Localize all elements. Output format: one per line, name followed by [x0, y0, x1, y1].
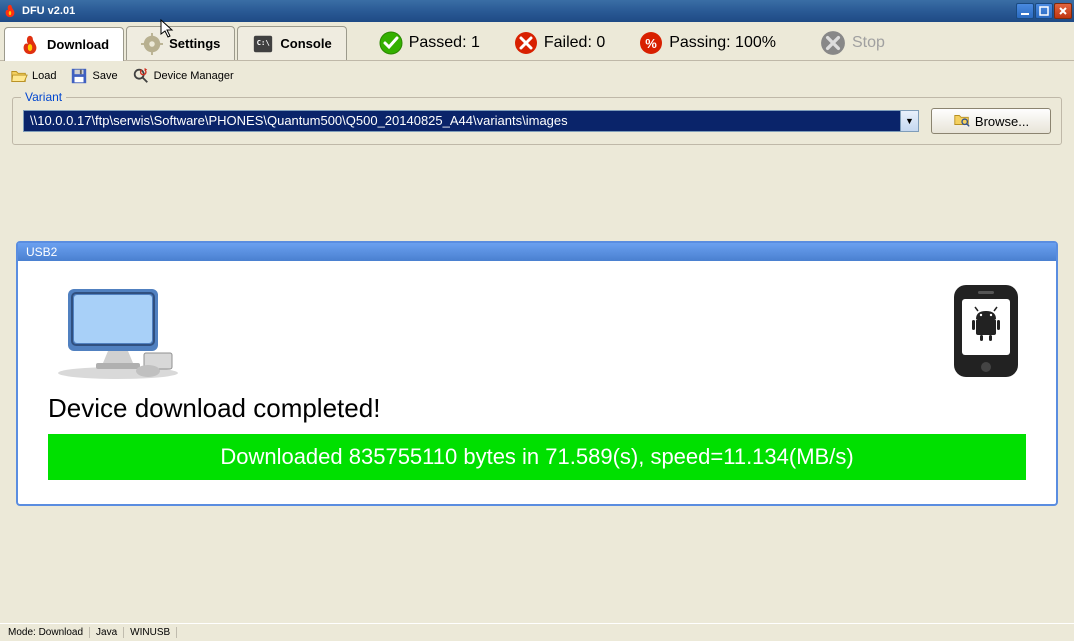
app-icon: [2, 3, 18, 19]
status-failed: Failed: 0: [514, 31, 605, 55]
magnifier-refresh-icon: [132, 67, 150, 85]
tab-label: Download: [47, 37, 109, 52]
gear-icon: [141, 33, 163, 55]
tool-label: Load: [32, 70, 56, 82]
usb-status-message: Device download completed!: [48, 393, 1026, 424]
console-icon: C:\: [252, 33, 274, 55]
usb-panel: USB2: [16, 241, 1058, 506]
tool-label: Device Manager: [154, 70, 234, 82]
maximize-button[interactable]: [1035, 3, 1053, 19]
folder-search-icon: [953, 111, 971, 132]
browse-button[interactable]: Browse...: [931, 108, 1051, 134]
device-manager-button[interactable]: Device Manager: [132, 67, 234, 85]
variant-group-label: Variant: [21, 90, 66, 104]
tab-console[interactable]: C:\ Console: [237, 26, 346, 60]
tab-download[interactable]: Download: [4, 27, 124, 61]
stop-label: Stop: [852, 34, 885, 52]
floppy-icon: [70, 67, 88, 85]
check-icon: [379, 31, 403, 55]
tool-label: Save: [92, 70, 117, 82]
tab-label: Console: [280, 36, 331, 51]
window-title: DFU v2.01: [22, 5, 1015, 17]
status-passed: Passed: 1: [379, 31, 480, 55]
variant-path-combo[interactable]: \\10.0.0.17\ftp\serwis\Software\PHONES\Q…: [23, 110, 919, 132]
close-button[interactable]: [1054, 3, 1072, 19]
load-button[interactable]: Load: [10, 67, 56, 85]
android-device-icon: [946, 281, 1026, 381]
status-label: Passing: 100%: [669, 34, 776, 52]
status-label: Failed: 0: [544, 34, 605, 52]
status-label: Passed: 1: [409, 34, 480, 52]
status-group: Passed: 1 Failed: 0 % Pas: [379, 30, 1070, 56]
folder-open-icon: [10, 67, 28, 85]
toolbar: Load Save Device: [0, 61, 1074, 91]
percent-icon: %: [639, 31, 663, 55]
stop-icon: [820, 30, 846, 56]
tab-label: Settings: [169, 36, 220, 51]
stop-button: Stop: [810, 30, 895, 56]
svg-text:C:\: C:\: [257, 37, 270, 46]
usb-progress-bar: Downloaded 835755110 bytes in 71.589(s),…: [48, 434, 1026, 480]
usb-progress-text: Downloaded 835755110 bytes in 71.589(s),…: [220, 444, 853, 469]
flame-icon: [19, 34, 41, 56]
tab-strip: Download Settings C:\ Console: [0, 22, 1074, 61]
title-bar: DFU v2.01: [0, 0, 1074, 22]
variant-path-text: \\10.0.0.17\ftp\serwis\Software\PHONES\Q…: [24, 111, 900, 131]
computer-icon: [48, 281, 188, 381]
variant-group: Variant \\10.0.0.17\ftp\serwis\Software\…: [12, 97, 1062, 145]
status-passing: % Passing: 100%: [639, 31, 776, 55]
x-circle-icon: [514, 31, 538, 55]
usb-panel-title: USB2: [18, 243, 1056, 261]
browse-label: Browse...: [975, 114, 1029, 129]
tab-settings[interactable]: Settings: [126, 26, 235, 60]
save-button[interactable]: Save: [70, 67, 117, 85]
svg-text:%: %: [645, 36, 657, 51]
statusbar-driver: WINUSB: [124, 627, 177, 638]
statusbar-mode: Mode: Download: [2, 627, 90, 638]
minimize-button[interactable]: [1016, 3, 1034, 19]
statusbar-java: Java: [90, 627, 124, 638]
status-bar: Mode: Download Java WINUSB: [0, 623, 1074, 641]
chevron-down-icon[interactable]: ▼: [900, 111, 918, 131]
